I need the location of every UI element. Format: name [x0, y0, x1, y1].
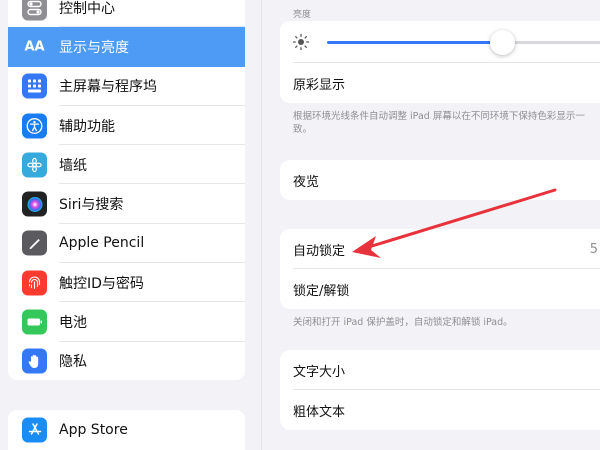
sidebar-item-label: 电池 [59, 315, 87, 332]
auto-lock-label: 自动锁定 [293, 243, 346, 259]
bold-text-row[interactable]: 粗体文本 [280, 390, 600, 430]
text-size-icon: AA [24, 39, 45, 55]
sidebar-item-wallpaper[interactable]: 墙纸 [8, 145, 245, 185]
sidebar-item-control-center[interactable]: 控制中心 [8, 0, 245, 28]
sidebar-item-label: 主屏幕与程序坞 [59, 79, 157, 96]
sidebar-item-touch-id-passcode[interactable]: 触控ID与密码 [8, 263, 245, 303]
sidebar-item-home-screen-dock[interactable]: 主屏幕与程序坞 [8, 67, 245, 106]
sidebar-item-label: 控制中心 [59, 0, 115, 17]
sidebar-item-apple-pencil[interactable]: Apple Pencil [8, 224, 245, 264]
night-shift-label: 夜览 [293, 174, 320, 190]
brightness-slider[interactable] [327, 30, 600, 55]
lock-card: 自动锁定 5 锁定/解锁 [280, 229, 600, 309]
sidebar-group-main: 控制中心 AA 显示与亮度 主屏幕与程序坞 辅助功能 墙纸 Siri与搜索 Ap… [8, 0, 245, 380]
text-size-row[interactable]: 文字大小 [280, 350, 600, 390]
sidebar-item-label: Apple Pencil [59, 235, 145, 252]
brightness-header: 亮度 [293, 10, 312, 20]
fingerprint-icon [22, 270, 47, 296]
pencil-icon [22, 230, 47, 256]
sidebar-item-privacy[interactable]: 隐私 [8, 342, 245, 380]
detail-pane: 亮度 原彩显示 根据环境光线条件自动调整 iPad 屏幕以在不同环境下保持色彩显… [263, 0, 600, 450]
home-screen-icon [22, 73, 47, 99]
brightness-slider-fill [327, 41, 502, 44]
sidebar-item-label: 显示与亮度 [59, 39, 129, 56]
text-size-label: 文字大小 [293, 364, 346, 380]
battery-icon [22, 309, 47, 335]
sidebar-item-display-brightness[interactable]: AA 显示与亮度 [8, 27, 245, 67]
sidebar-item-label: Siri与搜索 [59, 197, 124, 214]
auto-lock-row[interactable]: 自动锁定 5 [280, 229, 600, 269]
brightness-slider-row [280, 21, 600, 63]
sun-icon [292, 33, 310, 51]
night-shift-row[interactable]: 夜览 [280, 160, 600, 200]
true-tone-row[interactable]: 原彩显示 [280, 63, 600, 103]
app-store-icon [22, 417, 47, 443]
sidebar-item-label: 辅助功能 [59, 118, 115, 135]
true-tone-label: 原彩显示 [293, 77, 346, 93]
accessibility-icon [22, 113, 47, 139]
sidebar-item-label: App Store [59, 421, 128, 438]
sidebar-item-app-store[interactable]: App Store [8, 410, 245, 449]
sidebar-group-store: App Store [8, 410, 245, 450]
sidebar-item-label: 触控ID与密码 [59, 275, 144, 292]
settings-sidebar: 控制中心 AA 显示与亮度 主屏幕与程序坞 辅助功能 墙纸 Siri与搜索 Ap… [0, 0, 262, 450]
sidebar-item-label: 隐私 [59, 354, 87, 371]
control-center-icon [22, 0, 47, 21]
brightness-slider-knob[interactable] [490, 30, 515, 55]
auto-lock-value: 5 [589, 241, 598, 257]
lock-unlock-row[interactable]: 锁定/解锁 [280, 269, 600, 309]
true-tone-footer: 根据环境光线条件自动调整 iPad 屏幕以在不同环境下保持色彩显示一致。 [293, 111, 585, 135]
sidebar-item-label: 墙纸 [59, 157, 87, 174]
siri-icon [22, 191, 47, 217]
sidebar-item-battery[interactable]: 电池 [8, 302, 245, 342]
wallpaper-icon [22, 152, 47, 178]
night-shift-card: 夜览 [280, 160, 600, 200]
brightness-card: 原彩显示 [280, 21, 600, 103]
bold-text-label: 粗体文本 [293, 404, 346, 420]
sidebar-item-accessibility[interactable]: 辅助功能 [8, 106, 245, 146]
hand-icon [22, 348, 47, 374]
text-card: 文字大小 粗体文本 [280, 350, 600, 430]
lock-footer: 关闭和打开 iPad 保护盖时，自动锁定和解锁 iPad。 [293, 317, 513, 328]
sidebar-item-siri-search[interactable]: Siri与搜索 [8, 184, 245, 224]
lock-unlock-label: 锁定/解锁 [293, 283, 350, 299]
